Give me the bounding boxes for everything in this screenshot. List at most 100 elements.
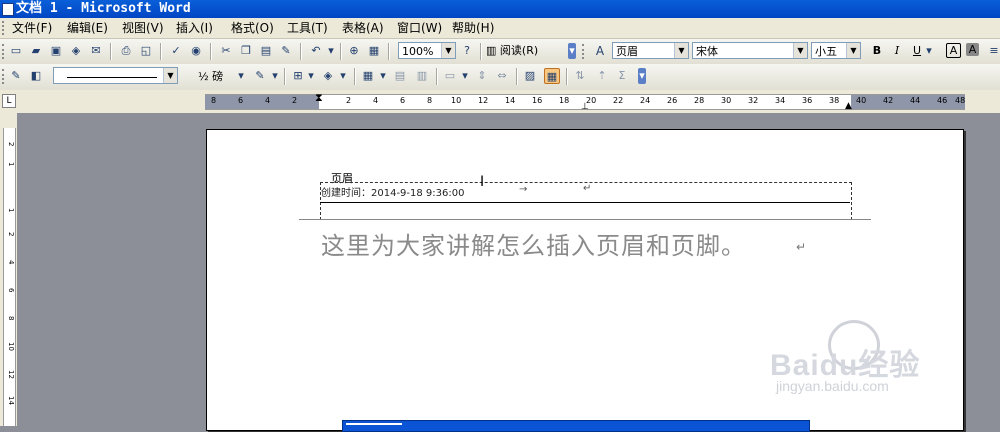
character-shading-icon[interactable]: A [966,43,979,56]
tab-selector-button[interactable]: L [2,94,16,108]
character-border-button[interactable]: A [946,43,961,58]
body-text[interactable]: 这里为大家讲解怎么插入页眉和页脚。 [321,226,746,261]
split-cells-icon[interactable]: ▥ [414,68,430,84]
header-footer-toolbar[interactable] [342,420,810,432]
chevron-down-icon[interactable]: ▼ [441,43,455,58]
tables-borders-toolbar: ✎ ◧ ▼ ½ 磅 ▾ ✎ ▾ ⊞ ▾ ◈ ▾ ▦ ▾ ▤ ▥ ▭ ▾ ⇕ ⇔ … [0,64,1000,91]
style-value: 页眉 [616,45,638,58]
insert-table-icon[interactable]: ▦ [360,68,376,84]
separator [516,68,518,85]
italic-button[interactable]: I [889,43,905,59]
toolbar-grip[interactable] [2,69,7,84]
separator [340,43,342,60]
ruler-tick: 4 [373,96,379,105]
font-combo[interactable]: 宋体 ▼ [692,42,808,59]
indent-marker-icon[interactable]: ⧗ [315,91,323,105]
table-icon[interactable]: ▦ [366,43,382,59]
autosum-icon[interactable]: Σ [614,68,630,84]
line-weight-combo[interactable]: ½ 磅 [194,67,240,84]
save-icon[interactable]: ▣ [48,43,64,59]
ruler-tick: 8 [7,316,15,321]
styles-pane-icon[interactable]: A [592,43,608,59]
permission-icon[interactable]: ◈ [68,43,84,59]
menu-help[interactable]: 帮助(H) [452,20,494,36]
underline-button[interactable]: U [909,43,925,59]
toolbar-options-icon[interactable]: ▾ [638,68,646,84]
shading-color-icon[interactable]: ◈ [320,68,336,84]
eraser-icon[interactable]: ◧ [28,68,44,84]
chevron-down-icon[interactable]: ▾ [270,68,280,84]
spelling-icon[interactable]: ✓ [168,43,184,59]
print-icon[interactable]: ⎙ [118,43,134,59]
tab-stop-marker-icon[interactable]: ⊥ [581,102,589,112]
menu-table[interactable]: 表格(A) [342,20,384,36]
right-indent-marker-icon[interactable]: ▲ [845,101,852,111]
toolbar-grip[interactable] [2,44,7,59]
line-style-combo[interactable]: ▼ [53,67,178,84]
chevron-down-icon[interactable]: ▼ [793,43,807,58]
toolbar-title-grip[interactable] [346,423,402,430]
toolbar-grip[interactable] [582,44,587,59]
undo-icon[interactable]: ↶ [308,43,324,59]
chevron-down-icon[interactable]: ▾ [460,68,470,84]
horizontal-ruler[interactable]: 8 6 4 2 2 4 6 8 10 12 14 16 18 20 22 24 … [205,91,965,112]
menu-edit[interactable]: 编辑(E) [67,20,108,36]
chevron-down-icon[interactable]: ▼ [163,68,177,83]
chevron-down-icon[interactable]: ▾ [378,68,388,84]
undo-dropdown-icon[interactable]: ▾ [326,43,336,59]
copy-icon[interactable]: ❐ [238,43,254,59]
font-size-combo[interactable]: 小五 ▼ [811,42,861,59]
ruler-tick: 40 [856,96,867,105]
merge-cells-icon[interactable]: ▤ [392,68,408,84]
border-color-icon[interactable]: ✎ [252,68,268,84]
read-button[interactable]: ▥ 阅读(R) [486,43,548,59]
ruler-tick: 22 [613,96,624,105]
menu-window[interactable]: 窗口(W) [397,20,442,36]
research-icon[interactable]: ◉ [188,43,204,59]
distribute-rows-icon[interactable]: ⇕ [474,68,490,84]
chevron-down-icon[interactable]: ▾ [306,68,316,84]
paste-icon[interactable]: ▤ [258,43,274,59]
horizontal-ruler-row: L 8 6 4 2 2 4 6 8 10 12 14 16 18 20 22 2… [0,90,1000,113]
help-icon[interactable]: ? [459,43,475,59]
print-preview-icon[interactable]: ◱ [138,43,154,59]
menu-insert[interactable]: 插入(I) [176,20,213,36]
chevron-down-icon[interactable]: ▼ [846,43,860,58]
menu-view[interactable]: 视图(V) [122,20,164,36]
hyperlink-icon[interactable]: ⊕ [346,43,362,59]
word-app-icon[interactable] [2,3,14,16]
align-left-icon[interactable]: ≡ [986,43,1000,59]
align-cell-icon[interactable]: ▭ [442,68,458,84]
ruler-tick: 8 [211,96,217,105]
menu-file[interactable]: 文件(F) [12,20,52,36]
zoom-combo[interactable]: 100% ▼ [398,42,456,59]
chevron-down-icon[interactable]: ▼ [674,43,688,58]
chevron-down-icon[interactable]: ▾ [338,68,348,84]
bold-button[interactable]: B [869,43,885,59]
new-document-icon[interactable]: ▭ [8,43,24,59]
email-icon[interactable]: ✉ [88,43,104,59]
ruler-tick: 4 [7,260,15,265]
format-painter-icon[interactable]: ✎ [278,43,294,59]
vertical-ruler[interactable]: 2 1 1 2 4 6 8 10 12 14 [3,128,16,426]
menu-grip[interactable] [2,21,7,35]
chevron-down-icon[interactable]: ▾ [236,68,246,84]
table-autoformat-icon[interactable]: ▨ [522,68,538,84]
show-gridlines-icon[interactable]: ▦ [544,68,560,84]
menu-tools[interactable]: 工具(T) [287,20,328,36]
open-folder-icon[interactable]: ▰ [28,43,44,59]
header-text[interactable]: 创建时间：2014-9-18 9:36:00 [321,184,464,199]
outside-border-icon[interactable]: ⊞ [290,68,306,84]
toolbar-options-icon[interactable]: ▾ [568,43,576,59]
cut-icon[interactable]: ✂ [218,43,234,59]
underline-dropdown-icon[interactable]: ▾ [924,43,934,59]
text-direction-icon[interactable]: ⇅ [572,68,588,84]
style-combo[interactable]: 页眉 ▼ [612,42,689,59]
ruler-tick: 14 [7,396,15,405]
separator [110,43,112,60]
menu-format[interactable]: 格式(O) [231,20,274,36]
separator [210,43,212,60]
sort-ascending-icon[interactable]: ⇡ [594,68,610,84]
distribute-columns-icon[interactable]: ⇔ [494,68,510,84]
draw-table-icon[interactable]: ✎ [8,68,24,84]
